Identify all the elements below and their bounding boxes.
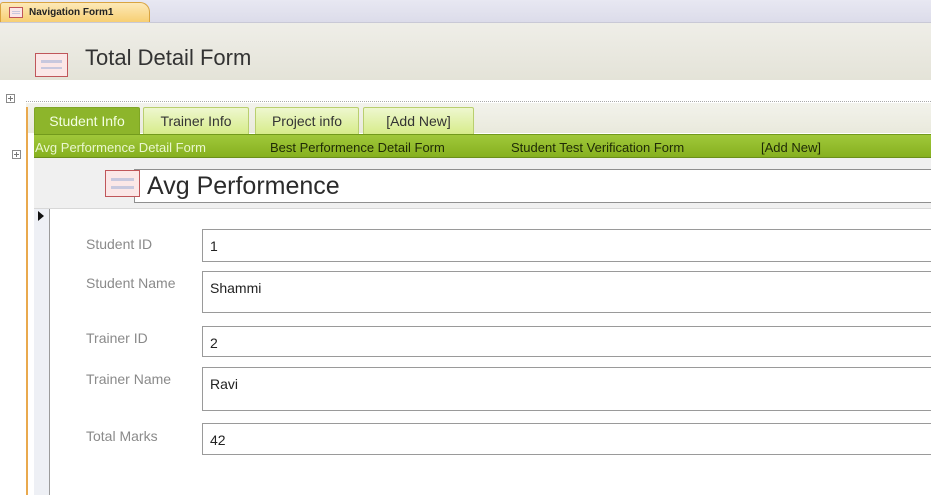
subtab-best-performence[interactable]: Best Performence Detail Form [270,140,445,155]
total-marks-field[interactable]: 42 [202,423,931,455]
student-name-label: Student Name [86,275,176,291]
tab-add-new[interactable]: [Add New] [363,107,474,134]
record-selector[interactable] [34,209,50,495]
form-icon [9,7,23,18]
layout-guide [26,101,931,102]
total-marks-label: Total Marks [86,428,158,444]
subtab-avg-performence[interactable]: Avg Performence Detail Form [35,140,206,155]
navigation-form-tab[interactable]: Navigation Form1 [0,2,150,22]
form-icon [105,170,140,197]
navigation-form-tab-label: Navigation Form1 [29,7,114,18]
student-name-field[interactable]: Shammi [202,271,931,313]
tab-student-info[interactable]: Student Info [34,107,140,134]
student-id-label: Student ID [86,236,153,252]
layout-selector-icon[interactable] [6,94,15,103]
student-id-field[interactable]: 1 [202,229,931,262]
tab-project-info[interactable]: Project info [255,107,359,134]
trainer-id-label: Trainer ID [86,330,148,346]
subtab-student-test-verification[interactable]: Student Test Verification Form [511,140,684,155]
subform-title: Avg Performence [147,172,340,200]
layout-selector-icon[interactable] [12,150,21,159]
trainer-id-field[interactable]: 2 [202,326,931,357]
trainer-name-field[interactable]: Ravi [202,367,931,411]
form-border [26,107,28,495]
page-title: Total Detail Form [85,45,252,70]
current-record-icon [38,211,44,221]
form-icon [35,53,68,77]
tab-trainer-info[interactable]: Trainer Info [143,107,249,134]
trainer-name-label: Trainer Name [86,371,172,387]
subtab-add-new[interactable]: [Add New] [761,140,821,155]
